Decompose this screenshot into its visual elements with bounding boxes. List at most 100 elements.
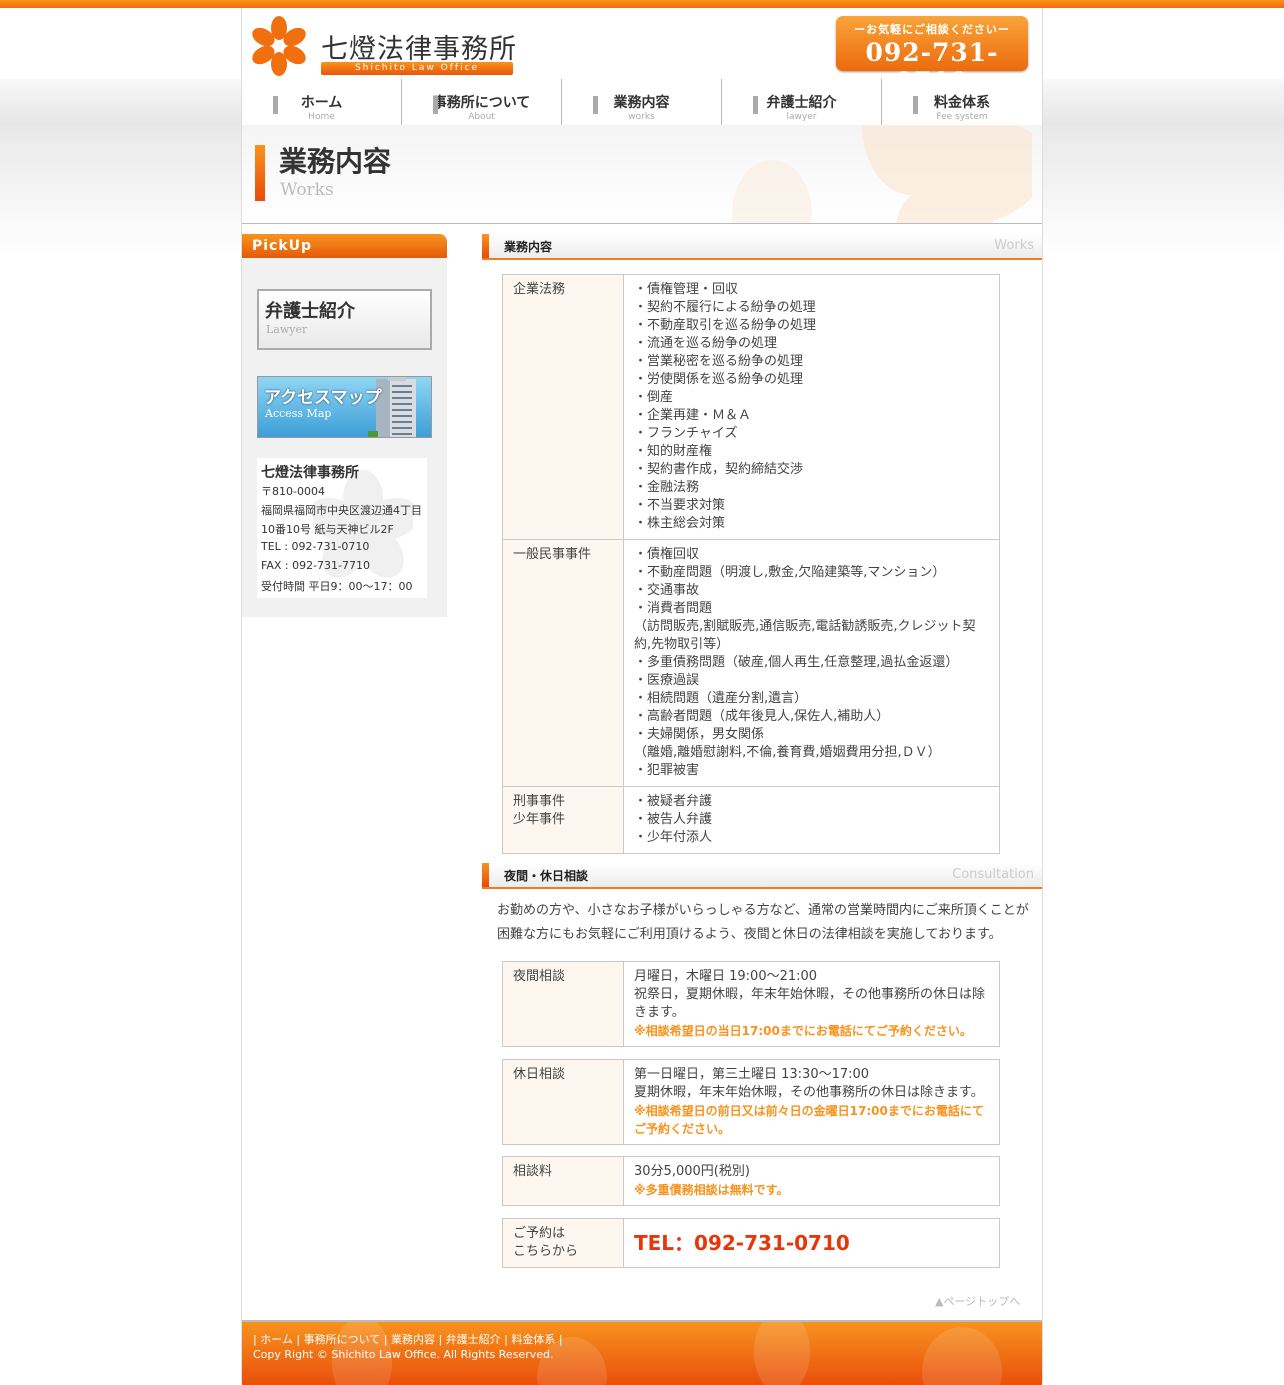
reserve-tel[interactable]: TEL：092-731-0710 <box>634 1232 989 1254</box>
flower-decoration-icon <box>732 125 1032 223</box>
table-row: 一般民事事件 ・債権回収 ・不動産問題（明渡し,敷金,欠陥建築等,マンション） … <box>502 539 1000 787</box>
office-address-2: 10番10号 紙与天神ビル2F <box>261 523 394 536</box>
footer-link-home[interactable]: ホーム <box>260 1333 293 1346</box>
row-items: 30分5,000円(税別) ※多重債務相談は無料です。 <box>623 1156 1000 1206</box>
nav-label: ホーム <box>300 95 343 111</box>
list-item: ・労使関係を巡る紛争の処理 <box>634 372 804 387</box>
list-item: ・被疑者弁護 <box>634 794 713 809</box>
nav-marker <box>753 96 758 114</box>
office-fax: FAX : 092-731-7710 <box>261 559 371 572</box>
list-item: ・フランチャイズ <box>634 426 738 441</box>
list-item: ・不動産取引を巡る紛争の処理 <box>634 318 817 333</box>
section-title: 業務内容 <box>504 240 553 254</box>
office-address-1: 福岡県福岡市中央区渡辺通4丁目 <box>261 504 422 517</box>
table-row: 相談料 30分5,000円(税別) ※多重債務相談は無料です。 <box>502 1156 1000 1206</box>
nav-sub: Fee system <box>936 112 988 122</box>
page-top-link[interactable]: ▲ページトップへ <box>935 1293 1020 1309</box>
row-items: 月曜日，木曜日 19:00～21:00 祝祭日，夏期休暇，年末年始休暇，その他事… <box>623 961 1000 1047</box>
table-row: 企業法務 ・債権管理・回収 ・契約不履行による紛争の処理 ・不動産取引を巡る紛争… <box>502 274 1000 540</box>
office-name: 七燈法律事務所 <box>261 465 359 481</box>
row-items: TEL：092-731-0710 <box>623 1218 1000 1268</box>
row-head-text: 一般民事事件 <box>513 547 592 562</box>
footer: | ホーム | 事務所について | 業務内容 | 弁護士紹介 | 料金体系 | … <box>242 1320 1042 1385</box>
row-head-text: 企業法務 <box>513 282 566 297</box>
footer-link-about[interactable]: 事務所について <box>304 1333 381 1346</box>
office-hours: 受付時間 平日9：00～17：00 <box>261 580 413 593</box>
list-item: ・金融法務 <box>634 480 700 495</box>
table-row: 刑事事件 少年事件 ・被疑者弁護 ・被告人弁護 ・少年付添人 <box>502 786 1000 854</box>
list-item: ・消費者問題 <box>634 601 713 616</box>
nav-about[interactable]: 事務所について About <box>402 79 562 125</box>
section-title-en: Consultation <box>952 867 1034 882</box>
list-item: ・少年付添人 <box>634 830 713 845</box>
night-consult-table: 夜間相談 月曜日，木曜日 19:00～21:00 祝祭日，夏期休暇，年末年始休暇… <box>502 961 1000 1047</box>
flower-logo-icon <box>252 16 306 76</box>
nav-label: 事務所について <box>432 95 531 111</box>
nav-marker <box>273 96 278 114</box>
page-title-area: 業務内容 Works <box>242 125 1042 224</box>
logo-title: 七燈法律事務所 <box>321 34 517 65</box>
section-heading-works: 業務内容 Works <box>482 234 1042 260</box>
list-item: ・流通を巡る紛争の処理 <box>634 336 778 351</box>
section-title-en: Works <box>994 238 1034 253</box>
list-item: ・債権管理・回収 <box>634 282 739 297</box>
nav-label: 料金体系 <box>934 95 990 111</box>
row-head: 一般民事事件 <box>502 539 624 787</box>
nav-home[interactable]: ホーム Home <box>242 79 402 125</box>
list-item: ・高齢者問題（成年後見人,保佐人,補助人） <box>634 709 890 724</box>
nav-lawyer[interactable]: 弁護士紹介 lawyer <box>722 79 882 125</box>
works-table: 企業法務 ・債権管理・回収 ・契約不履行による紛争の処理 ・不動産取引を巡る紛争… <box>502 274 1000 854</box>
banner-sublabel: Lawyer <box>266 323 308 336</box>
footer-links: | ホーム | 事務所について | 業務内容 | 弁護士紹介 | 料金体系 | <box>253 1333 563 1346</box>
nav-sub: works <box>628 112 655 122</box>
footer-link-lawyer[interactable]: 弁護士紹介 <box>446 1333 501 1346</box>
table-row: 休日相談 第一日曜日，第三土曜日 13:30～17:00 夏期休暇，年末年始休暇… <box>502 1059 1000 1145</box>
row-head-text: 少年事件 <box>513 812 566 827</box>
consult-note: ※相談希望日の前日又は前々日の金曜日17:00までにお電話にてご予約ください。 <box>634 1104 984 1136</box>
nav-label: 弁護士紹介 <box>766 95 837 111</box>
holiday-consult-table: 休日相談 第一日曜日，第三土曜日 13:30～17:00 夏期休暇，年末年始休暇… <box>502 1059 1000 1145</box>
list-item: ・不当要求対策 <box>634 498 726 513</box>
section-heading-consultation: 夜間・休日相談 Consultation <box>482 863 1042 889</box>
row-items: ・被疑者弁護 ・被告人弁護 ・少年付添人 <box>623 786 1000 854</box>
list-item: ・知的財産権 <box>634 444 713 459</box>
pickup-heading: PickUp <box>242 234 447 258</box>
table-row: ご予約は こちらから TEL：092-731-0710 <box>502 1218 1000 1268</box>
site-logo[interactable]: 七燈法律事務所 Shichito Law Office <box>248 15 518 79</box>
list-item: ・営業秘密を巡る紛争の処理 <box>634 354 804 369</box>
nav-sub: About <box>468 112 495 122</box>
row-head: 刑事事件 少年事件 <box>502 786 624 854</box>
nav-fee[interactable]: 料金体系 Fee system <box>882 79 1042 125</box>
row-items: 第一日曜日，第三土曜日 13:30～17:00 夏期休暇，年末年始休暇，その他事… <box>623 1059 1000 1145</box>
list-item: ・契約書作成，契約締結交渉 <box>634 462 804 477</box>
row-head: 夜間相談 <box>502 961 624 1047</box>
row-items: ・債権回収 ・不動産問題（明渡し,敷金,欠陥建築等,マンション） ・交通事故 ・… <box>623 539 1000 787</box>
section-title: 夜間・休日相談 <box>504 869 589 883</box>
banner-label: アクセスマップ <box>264 388 382 408</box>
footer-link-works[interactable]: 業務内容 <box>391 1333 435 1346</box>
page-container: 七燈法律事務所 Shichito Law Office ーお気軽にご相談ください… <box>241 8 1043 1385</box>
nav-marker <box>913 96 918 114</box>
footer-link-fee[interactable]: 料金体系 <box>511 1333 555 1346</box>
section-accent-bar <box>482 234 489 258</box>
header-tel-banner[interactable]: ーお気軽にご相談くださいー 092-731-0710 <box>836 16 1028 96</box>
global-nav: ホーム Home 事務所について About 業務内容 works 弁護士紹介 lawy… <box>242 79 1042 125</box>
banner-sublabel: Access Map <box>265 407 332 420</box>
list-item: ・企業再建・Ｍ＆Ａ <box>634 408 752 423</box>
fee-amount: 30分5,000円(税別) <box>634 1164 750 1179</box>
office-zip: 〒810-0004 <box>261 485 325 498</box>
sidebar: PickUp 弁護士紹介 Lawyer アクセスマップ Access Map 七… <box>242 234 447 617</box>
lawyer-banner[interactable]: 弁護士紹介 Lawyer <box>257 289 432 350</box>
reserve-table: ご予約は こちらから TEL：092-731-0710 <box>502 1218 1000 1268</box>
row-head-text: こちらから <box>513 1244 579 1259</box>
list-item: ・債権回収 <box>634 547 700 562</box>
list-item: ・相続問題（遺産分割,遺言） <box>634 691 808 706</box>
nav-works[interactable]: 業務内容 works <box>562 79 722 125</box>
nav-sub: Home <box>308 112 335 122</box>
consult-hours: 月曜日，木曜日 19:00～21:00 <box>634 969 818 984</box>
row-head-text: 刑事事件 <box>513 794 566 809</box>
office-tel: TEL : 092-731-0710 <box>261 540 370 553</box>
list-item: ・株主総会対策 <box>634 516 726 531</box>
row-items: ・債権管理・回収 ・契約不履行による紛争の処理 ・不動産取引を巡る紛争の処理 ・… <box>623 274 1000 540</box>
access-map-banner[interactable]: アクセスマップ Access Map <box>257 376 432 438</box>
